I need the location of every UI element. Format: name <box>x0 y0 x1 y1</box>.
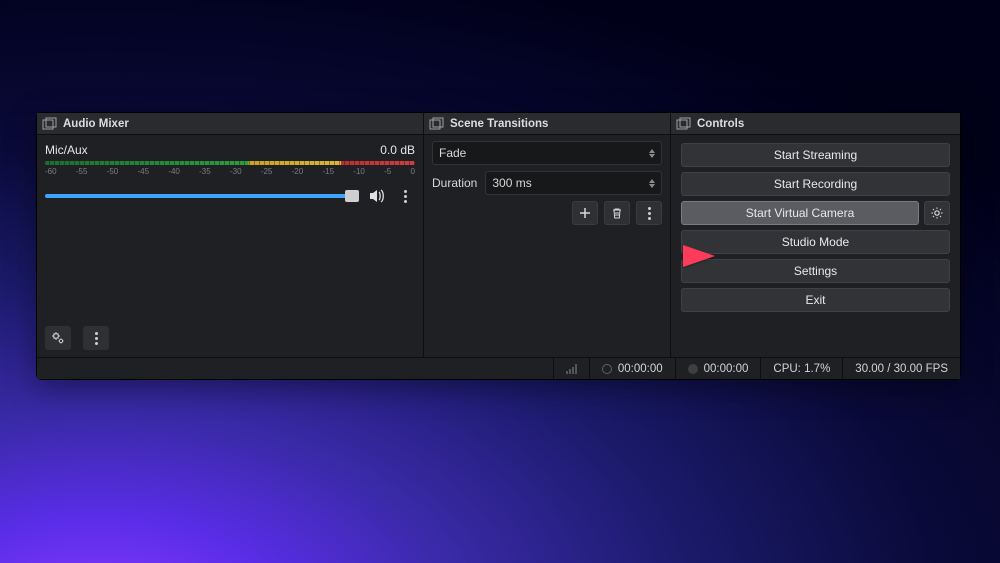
vu-tick: -25 <box>261 167 273 176</box>
status-record: 00:00:00 <box>675 358 761 379</box>
start-recording-button[interactable]: Start Recording <box>681 172 950 196</box>
plus-icon <box>579 207 591 219</box>
vu-tick: -10 <box>353 167 365 176</box>
transition-select-value: Fade <box>439 146 466 160</box>
status-fps: 30.00 / 30.00 FPS <box>842 358 960 379</box>
vu-tick: 0 <box>411 167 415 176</box>
scene-transitions-panel: Scene Transitions Fade Duration 300 ms <box>424 113 671 357</box>
network-signal-icon <box>566 364 577 374</box>
status-cpu: CPU: 1.7% <box>760 358 842 379</box>
volume-slider[interactable] <box>45 194 359 198</box>
start-streaming-button[interactable]: Start Streaming <box>681 143 950 167</box>
vu-tick: -15 <box>322 167 334 176</box>
stream-indicator-icon <box>602 364 612 374</box>
stream-time: 00:00:00 <box>618 363 663 375</box>
transition-properties-button[interactable] <box>636 201 662 225</box>
record-time: 00:00:00 <box>704 363 749 375</box>
channel-header: Mic/Aux 0.0 dB <box>45 143 415 157</box>
remove-transition-button[interactable] <box>604 201 630 225</box>
vu-meter <box>45 161 415 165</box>
dock-icon <box>677 118 691 130</box>
vertical-dots-icon <box>648 207 651 220</box>
vu-tick: -5 <box>384 167 391 176</box>
fps-display: 30.00 / 30.00 FPS <box>855 363 948 375</box>
scene-transitions-title: Scene Transitions <box>450 118 548 130</box>
vu-tick: -55 <box>76 167 88 176</box>
studio-mode-button[interactable]: Studio Mode <box>681 230 950 254</box>
duration-label: Duration <box>432 176 477 190</box>
speaker-icon[interactable] <box>367 186 387 206</box>
start-virtual-camera-button[interactable]: Start Virtual Camera <box>681 201 919 225</box>
exit-button[interactable]: Exit <box>681 288 950 312</box>
vu-tick: -35 <box>199 167 211 176</box>
vu-tick-labels: -60-55-50-45-40-35-30-25-20-15-10-50 <box>45 167 415 176</box>
duration-input[interactable]: 300 ms <box>485 171 662 195</box>
controls-buttons: Start Streaming Start Recording Start Vi… <box>679 141 952 314</box>
status-network <box>553 358 589 379</box>
vu-tick: -40 <box>168 167 180 176</box>
dock-icon <box>43 118 57 130</box>
audio-mixer-title: Audio Mixer <box>63 118 129 130</box>
vu-tick: -30 <box>230 167 242 176</box>
audio-mixer-menu-button[interactable] <box>83 326 109 350</box>
channel-menu-button[interactable] <box>395 186 415 206</box>
scene-transitions-header: Scene Transitions <box>424 113 670 135</box>
cpu-usage: CPU: 1.7% <box>773 363 830 375</box>
audio-mixer-footer <box>45 319 415 351</box>
controls-body: Start Streaming Start Recording Start Vi… <box>671 135 960 357</box>
audio-mixer-body: Mic/Aux 0.0 dB -60-55-50-45-40-35-30-25-… <box>37 135 423 357</box>
obs-window: Audio Mixer Mic/Aux 0.0 dB -60-55-50-45-… <box>36 112 961 380</box>
controls-header: Controls <box>671 113 960 135</box>
volume-slider-thumb[interactable] <box>345 190 359 202</box>
virtual-camera-row: Start Virtual Camera <box>681 201 950 225</box>
settings-button[interactable]: Settings <box>681 259 950 283</box>
gear-icon <box>930 206 944 220</box>
channel-db: 0.0 dB <box>380 143 415 157</box>
advanced-audio-button[interactable] <box>45 326 71 350</box>
spinner-arrows-icon <box>649 179 655 188</box>
audio-mixer-panel: Audio Mixer Mic/Aux 0.0 dB -60-55-50-45-… <box>37 113 424 357</box>
audio-mixer-header: Audio Mixer <box>37 113 423 135</box>
transition-select[interactable]: Fade <box>432 141 662 165</box>
panels-row: Audio Mixer Mic/Aux 0.0 dB -60-55-50-45-… <box>37 113 960 357</box>
status-stream: 00:00:00 <box>589 358 675 379</box>
controls-panel: Controls Start Streaming Start Recording… <box>671 113 960 357</box>
vu-tick: -60 <box>45 167 57 176</box>
controls-title: Controls <box>697 118 744 130</box>
dock-icon <box>430 118 444 130</box>
vu-tick: -20 <box>292 167 304 176</box>
vu-tick: -50 <box>107 167 119 176</box>
vu-tick: -45 <box>137 167 149 176</box>
transition-buttons-row <box>432 201 662 225</box>
duration-row: Duration 300 ms <box>432 171 662 195</box>
virtual-camera-settings-button[interactable] <box>924 201 950 225</box>
add-transition-button[interactable] <box>572 201 598 225</box>
scene-transitions-body: Fade Duration 300 ms <box>424 135 670 357</box>
select-arrows-icon <box>649 149 655 158</box>
duration-value: 300 ms <box>492 176 531 190</box>
status-bar: 00:00:00 00:00:00 CPU: 1.7% 30.00 / 30.0… <box>37 357 960 379</box>
record-indicator-icon <box>688 364 698 374</box>
trash-icon <box>611 207 623 219</box>
volume-slider-row <box>45 186 415 206</box>
channel-name: Mic/Aux <box>45 143 88 157</box>
